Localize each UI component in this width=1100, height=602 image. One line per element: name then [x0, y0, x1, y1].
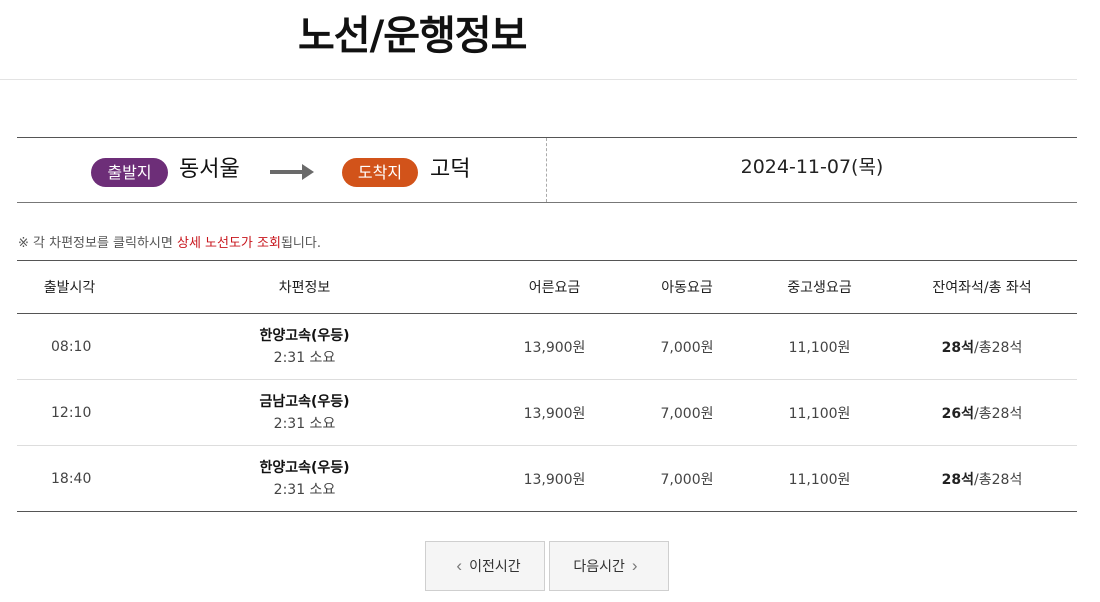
bus-info-cell[interactable]: 한양고속(우등) 2:31 소요: [122, 314, 487, 380]
route-endpoints: 출발지 동서울 도착지 고덕: [17, 138, 547, 202]
travel-date: 2024-11-07(목): [740, 156, 884, 178]
arrival-city: 고덕: [430, 157, 471, 182]
previous-time-button[interactable]: ‹ 이전시간: [425, 541, 545, 591]
seats-remaining: 28석: [941, 471, 975, 488]
route-summary: 출발지 동서울 도착지 고덕 2024-11-07(목): [17, 137, 1077, 203]
table-row[interactable]: 12:10 금남고속(우등) 2:31 소요 13,900원 7,000원 11…: [17, 380, 1077, 446]
seats-total: /총28석: [974, 405, 1023, 422]
chevron-right-icon: ›: [631, 556, 638, 575]
trip-duration: 2:31 소요: [273, 415, 336, 432]
adult-fare: 13,900원: [523, 471, 586, 488]
arrival-badge: 도착지: [342, 158, 418, 187]
carrier-name: 한양고속(우등): [259, 459, 350, 476]
schedule-table: 출발시각 차편정보 어른요금 아동요금 중고생요금 잔여좌석/총 좌석 08:1…: [17, 260, 1077, 512]
bus-info-cell[interactable]: 금남고속(우등) 2:31 소요: [122, 380, 487, 446]
carrier-name: 금남고속(우등): [259, 393, 350, 410]
seat-availability: 28석/총28석: [887, 314, 1077, 380]
trip-duration: 2:31 소요: [273, 481, 336, 498]
notice-highlight: 상세 노선도가 조회: [176, 236, 281, 251]
notice-prefix: ※ 각 차편정보를 클릭하시면: [18, 236, 177, 251]
seats-total: /총28석: [974, 471, 1023, 488]
departure-badge: 출발지: [91, 158, 168, 187]
chevron-left-icon: ‹: [456, 556, 463, 575]
trip-duration: 2:31 소요: [273, 349, 336, 366]
adult-fare: 13,900원: [523, 339, 586, 356]
table-row[interactable]: 08:10 한양고속(우등) 2:31 소요 13,900원 7,000원 11…: [17, 314, 1077, 380]
departure-time: 08:10: [51, 338, 92, 355]
header-adult-fare: 어른요금: [528, 280, 581, 296]
carrier-name: 한양고속(우등): [259, 327, 350, 344]
table-header-row: 출발시각 차편정보 어른요금 아동요금 중고생요금 잔여좌석/총 좌석: [17, 260, 1077, 314]
header-departure-time: 출발시각: [43, 280, 96, 296]
child-fare: 7,000원: [660, 471, 714, 488]
adult-fare: 13,900원: [523, 405, 586, 422]
next-time-label: 다음시간: [573, 558, 625, 574]
header-seats: 잔여좌석/총 좌석: [932, 280, 1032, 296]
child-fare: 7,000원: [660, 339, 714, 356]
seats-remaining: 26석: [941, 405, 975, 422]
departure-city: 동서울: [179, 157, 240, 182]
notice-suffix: 됩니다.: [280, 236, 321, 251]
student-fare: 11,100원: [788, 339, 851, 356]
notice-text: ※ 각 차편정보를 클릭하시면 상세 노선도가 조회됩니다.: [18, 234, 321, 254]
header-student-fare: 중고생요금: [787, 280, 852, 296]
header-bus-info: 차편정보: [278, 280, 331, 296]
title-divider: [0, 79, 1077, 80]
header-child-fare: 아동요금: [661, 280, 713, 296]
seats-remaining: 28석: [941, 339, 975, 356]
arrow-shaft: [270, 170, 304, 174]
page-title: 노선/운행정보: [298, 13, 527, 59]
table-row[interactable]: 18:40 한양고속(우등) 2:31 소요 13,900원 7,000원 11…: [17, 446, 1077, 512]
seats-total: /총28석: [974, 339, 1023, 356]
bus-info-cell[interactable]: 한양고속(우등) 2:31 소요: [122, 446, 487, 512]
next-time-button[interactable]: 다음시간 ›: [549, 541, 669, 591]
departure-time: 12:10: [51, 404, 92, 421]
arrow-head: [302, 164, 314, 180]
student-fare: 11,100원: [788, 405, 851, 422]
previous-time-label: 이전시간: [469, 558, 521, 574]
seat-availability: 26석/총28석: [887, 380, 1077, 446]
seat-availability: 28석/총28석: [887, 446, 1077, 512]
departure-time: 18:40: [51, 470, 92, 487]
child-fare: 7,000원: [660, 405, 714, 422]
student-fare: 11,100원: [788, 471, 851, 488]
